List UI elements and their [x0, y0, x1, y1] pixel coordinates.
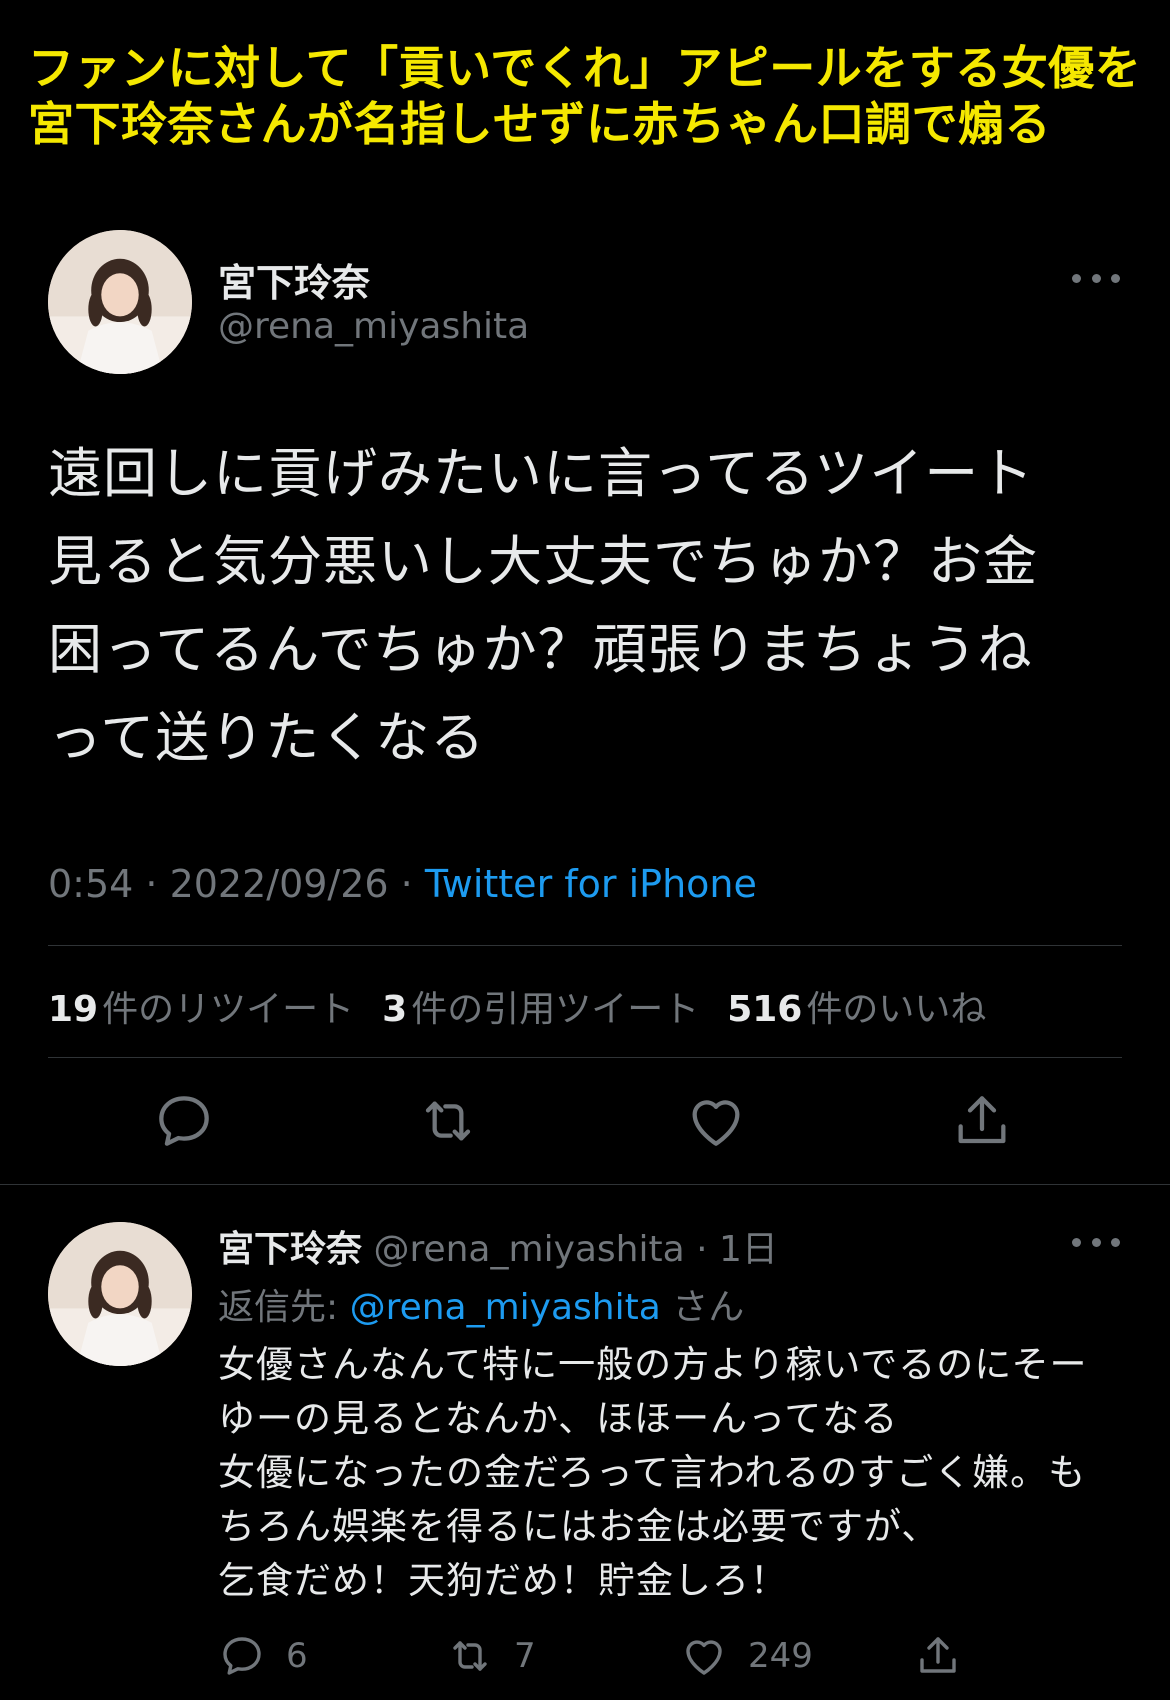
more-icon[interactable]: [1072, 1232, 1120, 1252]
reply-to-label: 返信先:: [218, 1287, 350, 1328]
quotes-stat[interactable]: 3 件の引用ツイート: [382, 980, 699, 1032]
reply-icon[interactable]: [152, 1089, 216, 1153]
divider: [48, 1057, 1122, 1058]
reply-avatar[interactable]: [48, 1222, 192, 1366]
tweet-stats: 19 件のリツイート 3 件の引用ツイート 516 件のいいね: [48, 980, 986, 1032]
user-handle[interactable]: @rena_miyashita: [218, 306, 529, 347]
tweet-source-link[interactable]: Twitter for iPhone: [425, 862, 757, 906]
reply-text-line: 乞食だめ！天狗だめ！貯金しろ！: [218, 1559, 788, 1602]
like-icon[interactable]: [684, 1089, 748, 1153]
retweet-icon: [453, 1641, 487, 1671]
tweet-meta: 0:54 · 2022/09/26 · Twitter for iPhone: [48, 862, 757, 906]
tweet-text-line: 遠回しに貢げみたいに言ってるツイート: [48, 442, 1035, 505]
tweet-text-line: 見ると気分悪いし大丈夫でちゅか？お金: [48, 530, 1038, 593]
retweets-stat[interactable]: 19 件のリツイート: [48, 980, 354, 1032]
reply-handle-time[interactable]: @rena_miyashita · 1日: [362, 1229, 777, 1270]
avatar-image: [48, 1222, 192, 1366]
reply-to-suffix: さん: [660, 1287, 745, 1328]
share-button[interactable]: [914, 1632, 962, 1680]
more-icon[interactable]: [1072, 268, 1120, 288]
like-count: 249: [748, 1636, 813, 1676]
reply-text-line: ちろん娯楽を得るにはお金は必要ですが、: [218, 1505, 940, 1548]
divider: [48, 945, 1122, 946]
tweet-timestamp[interactable]: 0:54 · 2022/09/26 ·: [48, 862, 425, 906]
caption-line-1: ファンに対して「貢いでくれ」アピールをする女優を: [28, 41, 1142, 95]
share-icon[interactable]: [950, 1089, 1014, 1153]
reply-count: 6: [286, 1636, 308, 1676]
reply-text-line: 女優さんなんて特に一般の方より稼いでるのにそー: [218, 1343, 1088, 1386]
like-icon: [686, 1640, 722, 1675]
reply-to: 返信先: @rena_miyashita さん: [218, 1278, 744, 1330]
display-name[interactable]: 宮下玲奈: [218, 252, 370, 307]
likes-stat[interactable]: 516 件のいいね: [727, 980, 986, 1032]
reply-display-name[interactable]: 宮下玲奈: [218, 1229, 362, 1270]
share-icon: [920, 1637, 956, 1673]
retweet-count: 7: [514, 1636, 536, 1676]
reply-to-mention[interactable]: @rena_miyashita: [350, 1287, 661, 1328]
retweet-button[interactable]: 7: [446, 1632, 536, 1680]
caption-line-2: 宮下玲奈さんが名指しせずに赤ちゃん口調で煽る: [28, 97, 1051, 151]
reply-button[interactable]: 6: [218, 1632, 308, 1680]
reply-text: 女優さんなんて特に一般の方より稼いでるのにそー ゆーの見るとなんか、ほほーんって…: [218, 1338, 1158, 1608]
tweet-text-line: って送りたくなる: [48, 706, 486, 769]
tweet-text: 遠回しに貢げみたいに言ってるツイート 見ると気分悪いし大丈夫でちゅか？お金 困っ…: [48, 430, 1138, 782]
reply-text-line: ゆーの見るとなんか、ほほーんってなる: [218, 1397, 899, 1440]
reply-text-line: 女優になったの金だろって言われるのすごく嫌。も: [218, 1451, 1087, 1494]
reply-icon: [223, 1637, 261, 1675]
caption-overlay: ファンに対して「貢いでくれ」アピールをする女優を 宮下玲奈さんが名指しせずに赤ち…: [28, 40, 1148, 152]
avatar-image: [48, 230, 192, 374]
retweet-icon[interactable]: [416, 1089, 480, 1153]
divider: [0, 1184, 1170, 1185]
avatar[interactable]: [48, 230, 192, 374]
reply-header: 宮下玲奈 @rena_miyashita · 1日: [218, 1220, 778, 1272]
like-button[interactable]: 249: [680, 1632, 813, 1680]
tweet-text-line: 困ってるんでちゅか？頑張りまちょうね: [48, 618, 1033, 681]
